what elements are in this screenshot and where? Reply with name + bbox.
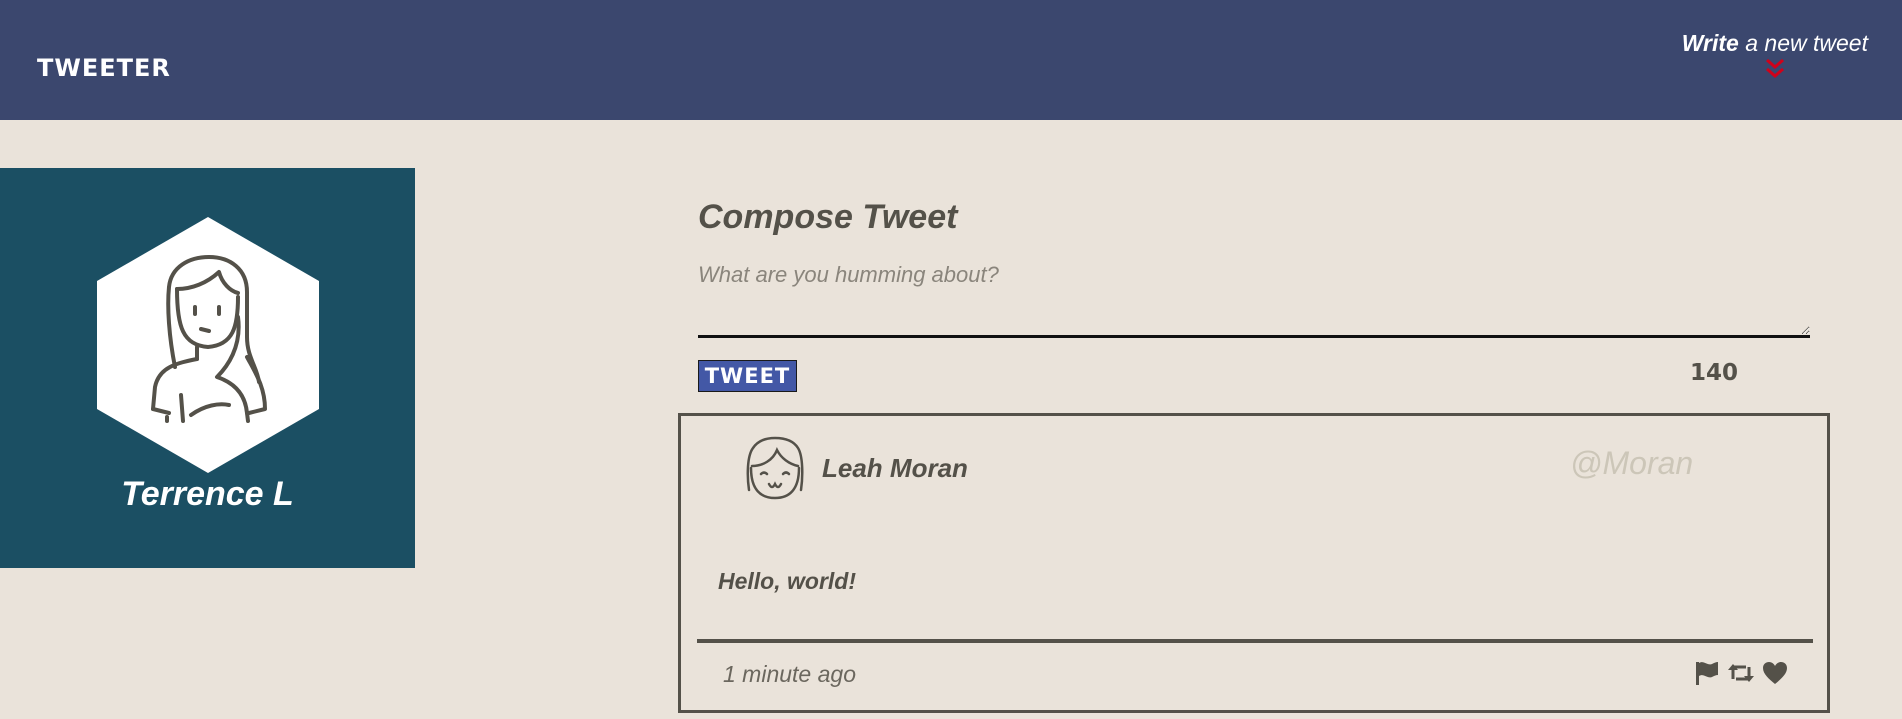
tweet-actions	[1693, 659, 1789, 687]
write-label-rest: a new tweet	[1738, 30, 1868, 56]
write-label-strong: Write	[1681, 30, 1739, 56]
profile-name: Terrence L	[121, 475, 294, 513]
compose-title: Compose Tweet	[698, 198, 958, 236]
tweet-text-input[interactable]	[698, 262, 1810, 338]
brand-logo[interactable]: TWEETER	[37, 54, 171, 82]
tweet-timestamp: 1 minute ago	[723, 661, 856, 687]
character-counter: 140	[1690, 360, 1739, 386]
double-chevron-down-icon	[1765, 58, 1784, 78]
flag-icon[interactable]	[1693, 659, 1721, 687]
retweet-icon[interactable]	[1727, 659, 1755, 687]
tweet-submit-button[interactable]: TWEET	[698, 360, 797, 392]
user-avatar-icon	[97, 217, 319, 473]
tweet-body: Hello, world!	[718, 568, 856, 594]
navbar: TWEETER Write a new tweet	[0, 0, 1902, 120]
heart-icon[interactable]	[1761, 659, 1789, 687]
tweet-author-name: Leah Moran	[822, 453, 968, 483]
tweet-divider	[697, 639, 1813, 643]
tweet-avatar-icon	[746, 436, 804, 500]
tweet-author-handle: @Moran	[1570, 445, 1694, 481]
write-new-tweet-toggle[interactable]: Write a new tweet	[1682, 30, 1868, 81]
profile-card: Terrence L	[0, 168, 415, 568]
tweet-article: Leah Moran @Moran Hello, world! 1 minute…	[678, 413, 1830, 713]
